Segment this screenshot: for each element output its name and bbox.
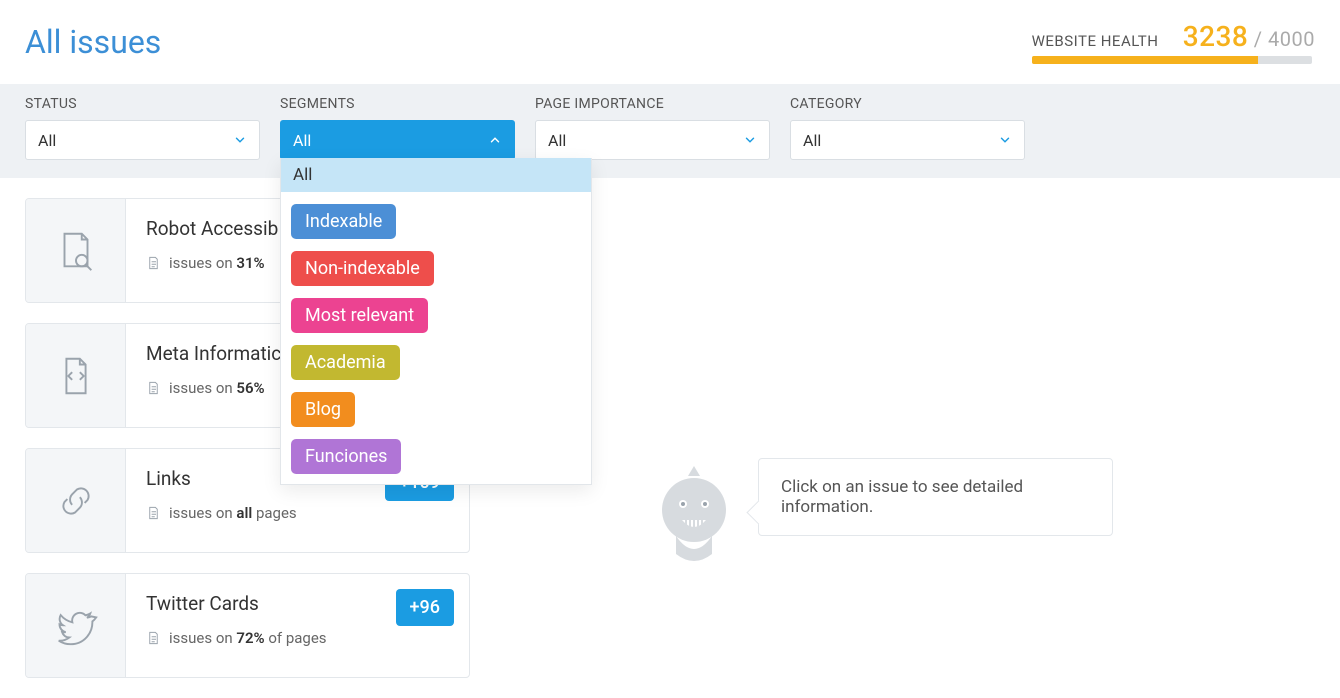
page-title: All issues	[25, 23, 161, 61]
issue-card-twitter[interactable]: Twitter Cards issues on 72% of pages +96	[25, 573, 470, 678]
select-value: All	[548, 131, 566, 150]
dropdown-item-most-relevant[interactable]: Most relevant	[291, 298, 428, 333]
website-health: WEBSITE HEALTH 3238 / 4000	[1032, 20, 1315, 64]
page-icon	[146, 379, 161, 397]
filter-label: CATEGORY	[790, 96, 1025, 112]
dropdown-item-non-indexable[interactable]: Non-indexable	[291, 251, 434, 286]
status-select[interactable]: All	[25, 120, 260, 160]
filter-label: PAGE IMPORTANCE	[535, 96, 770, 112]
filter-bar: STATUS All SEGMENTS All All Indexable No…	[0, 84, 1340, 178]
select-value: All	[38, 131, 56, 150]
health-max: / 4000	[1248, 27, 1315, 51]
detail-panel: Click on an issue to see detailed inform…	[470, 198, 1340, 698]
page-importance-select[interactable]: All	[535, 120, 770, 160]
mascot-icon	[650, 458, 738, 563]
issue-subtitle: issues on all pages	[146, 504, 451, 522]
link-icon	[26, 449, 126, 552]
health-score: 3238	[1183, 20, 1249, 53]
chevron-down-icon	[998, 133, 1012, 147]
category-select[interactable]: All	[790, 120, 1025, 160]
dropdown-item-indexable[interactable]: Indexable	[291, 204, 396, 239]
chevron-down-icon	[743, 133, 757, 147]
twitter-icon	[26, 574, 126, 677]
filter-page-importance: PAGE IMPORTANCE All	[535, 96, 770, 160]
code-file-icon	[26, 324, 126, 427]
count-badge: +96	[396, 589, 454, 626]
chevron-down-icon	[233, 133, 247, 147]
dropdown-item-blog[interactable]: Blog	[291, 392, 355, 427]
page-icon	[146, 629, 161, 647]
segments-select[interactable]: All	[280, 120, 515, 160]
dropdown-item-all[interactable]: All	[281, 158, 591, 192]
dropdown-item-funciones[interactable]: Funciones	[291, 439, 401, 474]
filter-status: STATUS All	[25, 96, 260, 160]
select-value: All	[803, 131, 821, 150]
filter-label: SEGMENTS	[280, 96, 515, 112]
document-search-icon	[26, 199, 126, 302]
filter-category: CATEGORY All	[790, 96, 1025, 160]
filter-segments: SEGMENTS All All Indexable Non-indexable…	[280, 96, 515, 160]
select-value: All	[293, 131, 311, 150]
page-icon	[146, 504, 161, 522]
filter-label: STATUS	[25, 96, 260, 112]
health-label: WEBSITE HEALTH	[1032, 32, 1159, 50]
segments-dropdown: All Indexable Non-indexable Most relevan…	[280, 158, 592, 485]
issue-subtitle: issues on 72% of pages	[146, 629, 451, 647]
health-bar	[1032, 56, 1312, 64]
dropdown-item-academia[interactable]: Academia	[291, 345, 400, 380]
chevron-up-icon	[488, 133, 502, 147]
page-icon	[146, 254, 161, 272]
placeholder-text: Click on an issue to see detailed inform…	[758, 458, 1113, 536]
